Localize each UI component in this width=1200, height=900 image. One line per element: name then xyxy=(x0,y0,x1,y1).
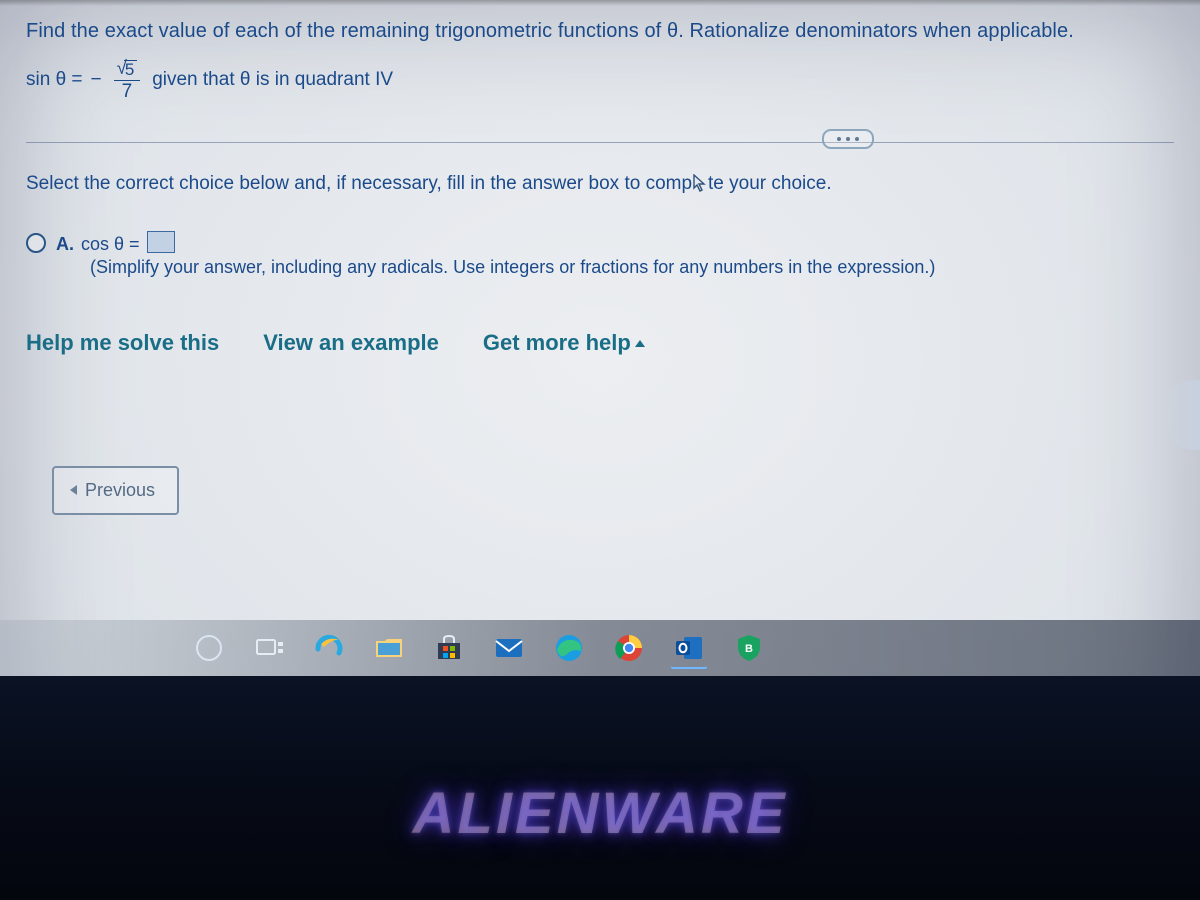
previous-label: Previous xyxy=(85,480,155,501)
section-divider xyxy=(26,142,1174,143)
sin-label: sin θ = xyxy=(26,69,83,91)
edge-icon[interactable] xyxy=(550,629,588,667)
sqrt-argument: 5 xyxy=(124,60,137,79)
choice-a-radio[interactable] xyxy=(26,233,46,253)
arrow-left-icon xyxy=(70,485,77,495)
windows-taskbar: B xyxy=(0,620,1200,676)
microsoft-store-icon[interactable] xyxy=(430,629,468,667)
file-explorer-icon[interactable] xyxy=(370,629,408,667)
select-correct-prompt: Select the correct choice below and, if … xyxy=(26,173,1174,195)
help-me-solve-link[interactable]: Help me solve this xyxy=(26,330,219,356)
choice-a-hint: (Simplify your answer, including any rad… xyxy=(90,257,1174,278)
internet-explorer-icon[interactable] xyxy=(310,629,348,667)
alienware-brand: ALIENWARE xyxy=(0,780,1200,847)
more-options-button[interactable] xyxy=(822,129,874,149)
outlook-icon[interactable] xyxy=(670,629,708,667)
cortana-icon[interactable] xyxy=(190,629,228,667)
choice-a-label: A. xyxy=(56,234,74,254)
mail-icon[interactable] xyxy=(490,629,528,667)
help-row: Help me solve this View an example Get m… xyxy=(26,330,1174,356)
fraction-denominator: 7 xyxy=(114,80,141,102)
view-example-link[interactable]: View an example xyxy=(263,330,439,356)
choice-a-expression: cos θ = xyxy=(81,234,140,254)
caret-up-icon xyxy=(635,340,645,347)
given-condition: given that θ is in quadrant IV xyxy=(152,69,393,91)
choice-a-row: A. cos θ = xyxy=(26,231,1174,255)
chrome-icon[interactable] xyxy=(610,629,648,667)
previous-button[interactable]: Previous xyxy=(52,466,179,515)
minus-sign: − xyxy=(91,69,102,91)
security-shield-icon[interactable]: B xyxy=(730,629,768,667)
task-view-icon[interactable] xyxy=(250,629,288,667)
fraction: √ 5 7 xyxy=(114,59,141,102)
square-root: √ 5 xyxy=(116,59,137,79)
get-more-help-link[interactable]: Get more help xyxy=(483,330,645,356)
svg-text:B: B xyxy=(745,643,753,655)
cursor-icon xyxy=(692,174,708,192)
problem-instruction: Find the exact value of each of the rema… xyxy=(26,20,1174,43)
given-equation: sin θ = − √ 5 7 given that θ is in quadr… xyxy=(26,59,1174,102)
answer-input-box[interactable] xyxy=(147,231,175,253)
